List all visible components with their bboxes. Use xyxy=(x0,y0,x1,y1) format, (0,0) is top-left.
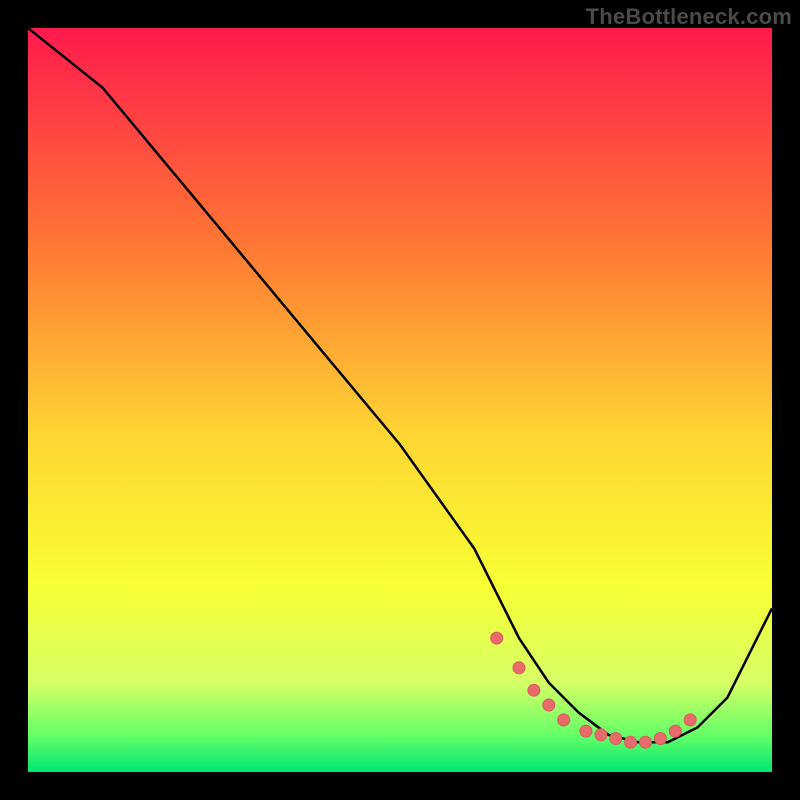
watermark-text: TheBottleneck.com xyxy=(586,4,792,30)
marker-point xyxy=(558,714,570,726)
gradient-bg xyxy=(28,28,772,772)
marker-point xyxy=(610,733,622,745)
marker-point xyxy=(580,725,592,737)
marker-point xyxy=(640,736,652,748)
marker-point xyxy=(654,733,666,745)
marker-point xyxy=(528,684,540,696)
marker-point xyxy=(543,699,555,711)
marker-point xyxy=(491,632,503,644)
marker-point xyxy=(595,729,607,741)
marker-point xyxy=(669,725,681,737)
marker-point xyxy=(513,662,525,674)
chart-frame xyxy=(28,28,772,772)
marker-point xyxy=(625,736,637,748)
chart-svg xyxy=(28,28,772,772)
marker-point xyxy=(684,714,696,726)
